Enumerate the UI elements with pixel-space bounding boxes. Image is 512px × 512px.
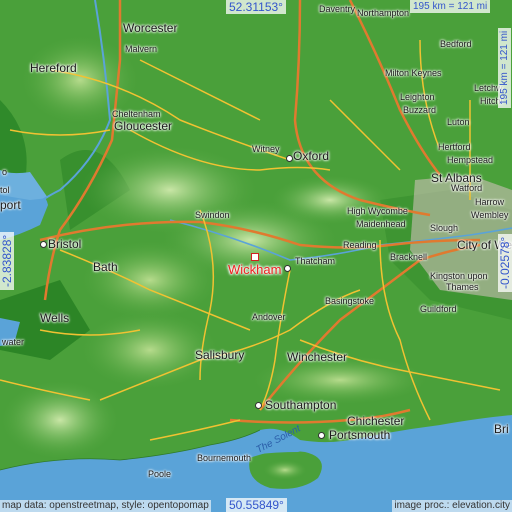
place-label: Reading xyxy=(343,240,377,250)
chilterns-hills xyxy=(270,175,390,225)
location-label: Wickham xyxy=(228,262,282,277)
scale-vertical: 195 km = 121 mi xyxy=(498,27,511,108)
attribution-image-proc: image proc.: elevation.city xyxy=(392,500,512,512)
place-label: Hereford xyxy=(30,61,77,75)
place-label: Oxford xyxy=(293,149,330,163)
city-dot xyxy=(40,241,47,248)
city-dot xyxy=(284,265,291,272)
place-label: Thatcham xyxy=(295,256,336,266)
east-longitude: -0.02578° xyxy=(498,233,512,292)
north-latitude: 52.31153° xyxy=(226,0,286,14)
place-label: Guildford xyxy=(420,304,457,314)
place-label: tol xyxy=(0,185,10,195)
place-label: Bournemouth xyxy=(197,453,252,463)
place-label: Andover xyxy=(252,312,286,322)
place-label: water xyxy=(2,337,25,347)
scale-horizontal: 195 km = 121 mi xyxy=(410,0,491,13)
place-label: Bracknell xyxy=(390,252,428,262)
place-label: Cheltenham xyxy=(112,109,161,119)
place-label: Bedford xyxy=(440,39,472,49)
place-label: Thames xyxy=(446,282,479,292)
place-label: High Wycombe xyxy=(347,206,408,216)
place-label: Buzzard xyxy=(403,105,437,115)
place-label: Wells xyxy=(40,311,70,325)
place-label: Leighton xyxy=(400,92,435,102)
place-label: Maidenhead xyxy=(356,219,406,229)
place-label: Watford xyxy=(451,183,483,193)
place-label: Malvern xyxy=(125,44,158,54)
place-label: Slough xyxy=(430,223,459,233)
map-view[interactable]: Daventry Northampton Worcester Malvern B… xyxy=(0,0,512,512)
place-label: Portsmouth xyxy=(329,428,391,442)
place-label: Northampton xyxy=(357,8,410,18)
place-label: Worcester xyxy=(123,21,178,35)
place-label: o xyxy=(2,167,8,177)
place-label: Wembley xyxy=(471,210,509,220)
place-label: Witney xyxy=(252,144,280,154)
city-dot xyxy=(286,155,293,162)
west-longitude: -2.83828° xyxy=(0,231,14,290)
place-label: Kingston upon xyxy=(430,271,488,281)
place-label: Basingstoke xyxy=(325,296,375,306)
place-label: Salisbury xyxy=(195,348,245,362)
place-label: Winchester xyxy=(287,350,348,364)
place-label: port xyxy=(0,198,21,212)
place-label: Swindon xyxy=(195,210,230,220)
place-label: Bath xyxy=(93,260,118,274)
city-dot xyxy=(318,432,325,439)
place-label: Southampton xyxy=(265,398,337,412)
place-label: Gloucester xyxy=(114,119,173,133)
place-label: Poole xyxy=(148,469,172,479)
place-label: Hempstead xyxy=(447,155,494,165)
place-label: Bristol xyxy=(48,237,82,251)
place-label: Chichester xyxy=(347,414,405,428)
attribution-map-data: map data: openstreetmap, style: opentopo… xyxy=(0,500,211,512)
place-label: Daventry xyxy=(319,4,356,14)
place-label: Luton xyxy=(447,117,470,127)
south-latitude: 50.55849° xyxy=(226,498,287,512)
place-label: Hertford xyxy=(438,142,471,152)
location-marker[interactable] xyxy=(251,253,259,261)
place-label: Milton Keynes xyxy=(385,68,442,78)
city-dot xyxy=(255,402,262,409)
place-label: Harrow xyxy=(475,197,505,207)
place-label: Bri xyxy=(494,422,509,436)
